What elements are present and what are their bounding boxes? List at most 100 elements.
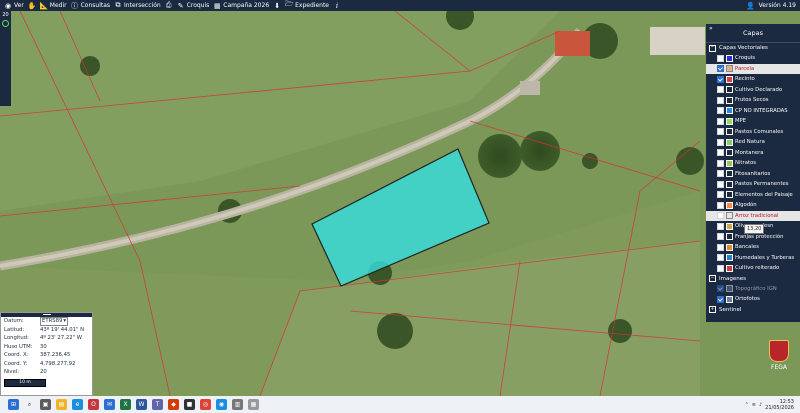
pan-button[interactable]: ✋ — [27, 1, 37, 10]
layer-row[interactable]: Montanera — [706, 148, 800, 159]
layer-row[interactable]: Pastos Comunales — [706, 127, 800, 138]
layer-row[interactable]: Fitosanitarios — [706, 169, 800, 180]
windows-start-icon[interactable]: ⊞ — [8, 399, 19, 410]
minus-icon[interactable]: − — [709, 275, 716, 282]
ver-button[interactable]: ◉ Ver — [4, 2, 24, 10]
clock[interactable]: 12:53 21/05/2026 — [765, 399, 794, 411]
checkbox[interactable] — [717, 138, 724, 146]
layer-row[interactable]: Algodón — [706, 200, 800, 211]
checkbox[interactable] — [717, 149, 724, 157]
interseccion-button[interactable]: ⧉ Intersección — [114, 1, 161, 10]
checkbox[interactable] — [717, 222, 724, 230]
layer-row[interactable]: Frutos Secos — [706, 95, 800, 106]
app-icon[interactable]: ▦ — [248, 399, 259, 410]
hand-icon: ✋ — [27, 1, 37, 10]
layer-row[interactable]: Bancales — [706, 242, 800, 253]
layer-row[interactable]: Parcela — [706, 63, 800, 74]
layer-swatch — [726, 180, 733, 188]
chrome-icon[interactable]: ◎ — [200, 399, 211, 410]
office-icon[interactable]: O — [88, 399, 99, 410]
consultas-button[interactable]: ⓘ Consultas — [71, 2, 110, 10]
layer-swatch — [726, 201, 733, 209]
excel-icon[interactable]: X — [120, 399, 131, 410]
outlook-icon[interactable]: ✉ — [104, 399, 115, 410]
checkbox[interactable] — [717, 159, 724, 167]
checkbox[interactable] — [717, 65, 724, 73]
tooltip: 13,20 — [744, 224, 765, 234]
checkbox[interactable] — [717, 264, 724, 272]
info-italic-icon: i — [335, 1, 339, 10]
panel-drag-handle[interactable] — [1, 313, 92, 317]
layer-row[interactable]: Humedales y Turberas — [706, 253, 800, 264]
checkbox[interactable] — [717, 96, 724, 104]
print-button[interactable]: ⎙ — [165, 1, 173, 10]
checkbox[interactable] — [717, 75, 724, 83]
pencil-icon: ✎ — [177, 1, 184, 10]
vector-section[interactable]: − Capas Vectoriales — [706, 43, 800, 53]
map-viewport[interactable] — [0, 11, 800, 396]
fega-logo: FEGA — [762, 340, 796, 390]
checkbox[interactable] — [717, 285, 724, 293]
layer-swatch — [726, 107, 733, 115]
main-toolbar: ◉ Ver ✋ 📐 Medir ⓘ Consultas ⧉ Intersecci… — [0, 0, 800, 11]
task-view-icon[interactable]: ▣ — [40, 399, 51, 410]
browser-icon[interactable]: ◉ — [216, 399, 227, 410]
plus-icon[interactable]: + — [709, 306, 716, 313]
layer-ortofotos[interactable]: Ortofotos — [706, 294, 800, 305]
layer-row[interactable]: Cultivo Declarado — [706, 85, 800, 96]
layer-row[interactable]: Recinto — [706, 74, 800, 85]
checkbox[interactable] — [717, 128, 724, 136]
sentinel-section[interactable]: + Sentinel — [706, 305, 800, 315]
checkbox[interactable] — [717, 170, 724, 178]
gps-icon[interactable] — [2, 20, 9, 27]
checkbox[interactable] — [717, 243, 724, 251]
collapse-icon[interactable]: » — [709, 25, 713, 32]
checkbox[interactable] — [717, 201, 724, 209]
layer-swatch — [726, 159, 733, 167]
checkbox[interactable] — [717, 191, 724, 199]
layer-row[interactable]: Red Natura — [706, 137, 800, 148]
app-icon[interactable]: ■ — [184, 399, 195, 410]
image-section[interactable]: − Imagenes — [706, 274, 800, 284]
search-icon[interactable]: ⌕ — [24, 399, 35, 410]
datum-select[interactable]: ETRS89 ▾ — [40, 316, 69, 326]
chevron-up-icon[interactable]: ⌃ — [745, 402, 749, 408]
checkbox[interactable] — [717, 295, 724, 303]
layer-row[interactable]: MPE — [706, 116, 800, 127]
wifi-icon[interactable]: ≋ — [752, 402, 756, 408]
file-explorer-icon[interactable]: ▤ — [56, 399, 67, 410]
layer-row[interactable]: Pastos Permanentes — [706, 179, 800, 190]
app-icon[interactable]: ▥ — [232, 399, 243, 410]
about-button[interactable]: i — [333, 2, 341, 10]
layer-row[interactable]: Nitratos — [706, 158, 800, 169]
word-icon[interactable]: W — [136, 399, 147, 410]
app-icon[interactable]: ◆ — [168, 399, 179, 410]
orthophoto-map[interactable] — [0, 11, 800, 396]
user-icon[interactable]: 👤 — [746, 2, 755, 10]
medir-button[interactable]: 📐 Medir — [39, 2, 66, 10]
volume-icon[interactable]: ♪ — [759, 402, 762, 408]
campana-button[interactable]: ▦ Campaña 2026 — [213, 2, 269, 10]
layer-row[interactable]: Croquis — [706, 53, 800, 64]
layer-row[interactable]: Elementos del Paisaje — [706, 190, 800, 201]
download-button[interactable]: ⬇ — [273, 2, 281, 10]
layer-topografico[interactable]: Topográfico IGN — [706, 284, 800, 295]
chevron-down-icon: ▾ — [63, 318, 67, 325]
checkbox[interactable] — [717, 180, 724, 188]
minus-icon[interactable]: − — [709, 44, 716, 52]
layer-row[interactable]: CP NO INTEGRADAS — [706, 106, 800, 117]
coord-y-row: Coord. Y: 4.798.277,92 — [4, 360, 76, 367]
checkbox[interactable] — [717, 54, 724, 62]
layer-row[interactable]: Cultivo reiterado — [706, 263, 800, 274]
teams-icon[interactable]: T — [152, 399, 163, 410]
checkbox[interactable] — [717, 117, 724, 125]
checkbox[interactable] — [717, 254, 724, 262]
edge-icon[interactable]: e — [72, 399, 83, 410]
croquis-button[interactable]: ✎ Croquis — [177, 2, 210, 10]
checkbox[interactable] — [717, 107, 724, 115]
checkbox[interactable] — [717, 86, 724, 94]
checkbox[interactable] — [717, 233, 724, 241]
expediente-button[interactable]: 🗁 Expediente — [285, 0, 329, 10]
layer-row[interactable]: Arroz tradicional — [706, 210, 800, 221]
checkbox[interactable] — [717, 212, 724, 220]
